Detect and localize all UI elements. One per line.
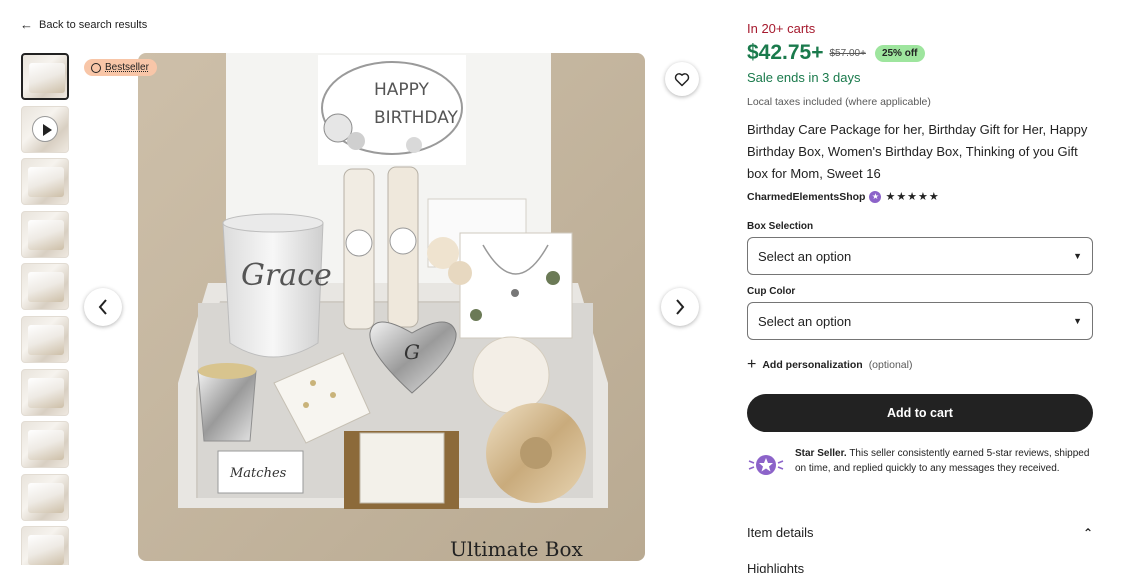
- bestseller-label: Bestseller: [105, 62, 149, 73]
- caret-down-icon: ▼: [1073, 251, 1082, 261]
- thumbnail-5[interactable]: [21, 263, 69, 311]
- main-product-image[interactable]: HAPPY BIRTHDAY Grace G Matches Ultimate …: [138, 53, 645, 561]
- chevron-right-icon: [676, 299, 685, 315]
- personalization-optional: (optional): [868, 359, 913, 371]
- star-seller-info: Star Seller. This seller consistently ea…: [747, 446, 1093, 477]
- play-icon: [32, 116, 58, 143]
- box-selection-label: Box Selection: [747, 221, 814, 232]
- award-medal-icon: [91, 62, 101, 73]
- original-price: $57.00+: [829, 47, 866, 59]
- thumbnail-8[interactable]: [21, 421, 69, 469]
- thumbnail-3[interactable]: [21, 158, 69, 206]
- sale-price: $42.75+: [747, 41, 824, 64]
- heart-icon: [674, 72, 690, 86]
- star-seller-badge-icon: [748, 455, 784, 475]
- cup-color-dropdown[interactable]: Select an option ▼: [747, 302, 1093, 340]
- cup-color-value: Select an option: [758, 313, 852, 329]
- shop-name-link[interactable]: CharmedElementsShop: [747, 191, 865, 203]
- image-caption: Ultimate Box: [450, 537, 584, 561]
- thumbnail-4[interactable]: [21, 210, 69, 258]
- sale-ends-notice: Sale ends in 3 days: [747, 70, 861, 85]
- shop-row: CharmedElementsShop ★ ★★★★★: [747, 190, 940, 203]
- caret-down-icon: ▼: [1073, 316, 1082, 326]
- chevron-left-icon: [98, 299, 107, 315]
- card-line1: HAPPY: [374, 80, 430, 100]
- item-details-toggle[interactable]: Item details ⌃: [747, 525, 1093, 540]
- box-selection-value: Select an option: [758, 248, 852, 264]
- thumbnail-10[interactable]: [21, 526, 69, 565]
- box-selection-dropdown[interactable]: Select an option ▼: [747, 237, 1093, 275]
- add-personalization-button[interactable]: + Add personalization (optional): [747, 357, 912, 373]
- thumbnail-1[interactable]: [21, 53, 69, 100]
- star-seller-icon: ★: [869, 190, 882, 203]
- card-line2: BIRTHDAY: [374, 108, 459, 128]
- rating-stars[interactable]: ★★★★★: [885, 190, 939, 203]
- star-seller-text: Star Seller. This seller consistently ea…: [795, 446, 1093, 477]
- taxes-note: Local taxes included (where applicable): [747, 96, 931, 108]
- next-image-button[interactable]: [661, 288, 699, 326]
- cup-color-label: Cup Color: [747, 286, 796, 297]
- item-details-label: Item details: [747, 525, 814, 540]
- dish-letter: G: [404, 340, 420, 364]
- discount-badge: 25% off: [874, 44, 925, 62]
- cup-name: Grace: [241, 258, 332, 293]
- listing-title: Birthday Care Package for her, Birthday …: [747, 122, 1088, 181]
- favorite-button[interactable]: [665, 62, 699, 96]
- thumbnail-video[interactable]: [21, 105, 69, 153]
- thumbnail-6[interactable]: [21, 315, 69, 363]
- arrow-left-icon: ←: [20, 17, 33, 32]
- personalization-label: Add personalization: [762, 359, 863, 371]
- back-link-label: Back to search results: [39, 18, 148, 31]
- star-seller-title: Star Seller.: [795, 448, 847, 459]
- back-to-search-link[interactable]: ← Back to search results: [20, 18, 147, 31]
- matches-label: Matches: [229, 466, 287, 481]
- thumbnail-7[interactable]: [21, 368, 69, 416]
- thumbnail-9[interactable]: [21, 473, 69, 521]
- price-row: $42.75+ $57.00+ 25% off: [747, 41, 925, 65]
- previous-image-button[interactable]: [84, 288, 122, 326]
- chevron-up-icon: ⌃: [1082, 525, 1093, 540]
- in-carts-notice: In 20+ carts: [747, 21, 816, 36]
- highlights-heading: Highlights: [747, 561, 805, 573]
- bestseller-badge[interactable]: Bestseller: [84, 59, 157, 76]
- thumbnail-strip: [21, 53, 69, 565]
- plus-icon: +: [747, 356, 757, 373]
- add-to-cart-button[interactable]: Add to cart: [747, 394, 1093, 432]
